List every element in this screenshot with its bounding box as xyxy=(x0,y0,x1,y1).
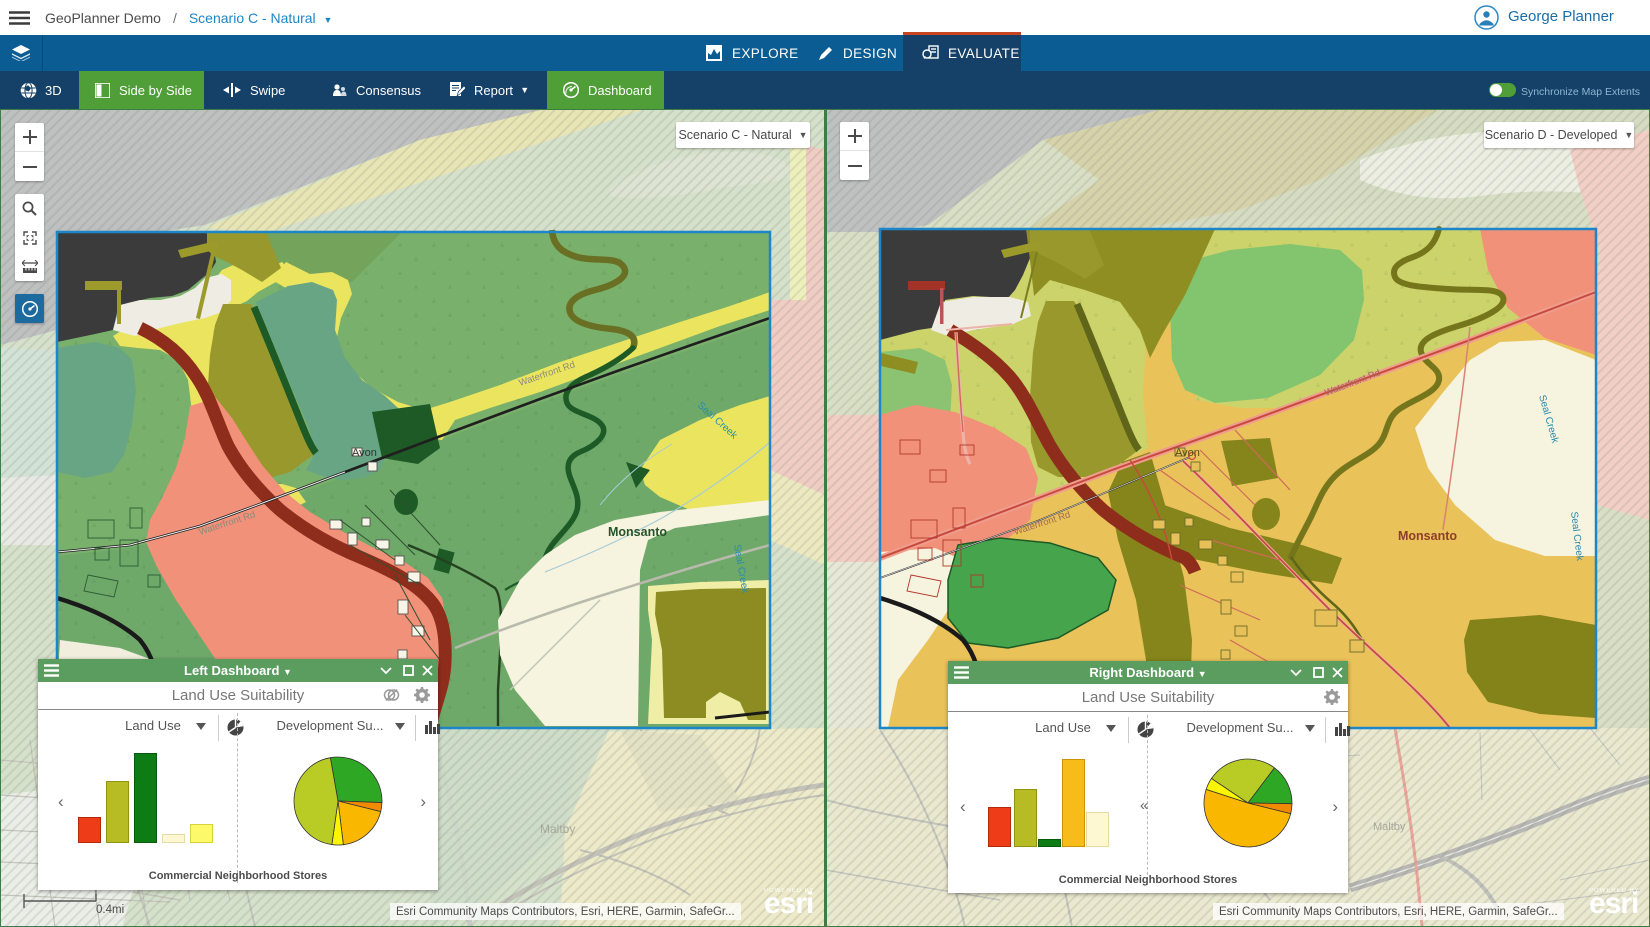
svg-text:0.4mi: 0.4mi xyxy=(96,904,124,916)
svg-text:Monsanto: Monsanto xyxy=(608,525,667,539)
svg-text:Monsanto: Monsanto xyxy=(1398,529,1457,543)
svg-text:Avon: Avon xyxy=(352,447,377,459)
svg-text:Avon: Avon xyxy=(1175,447,1200,459)
